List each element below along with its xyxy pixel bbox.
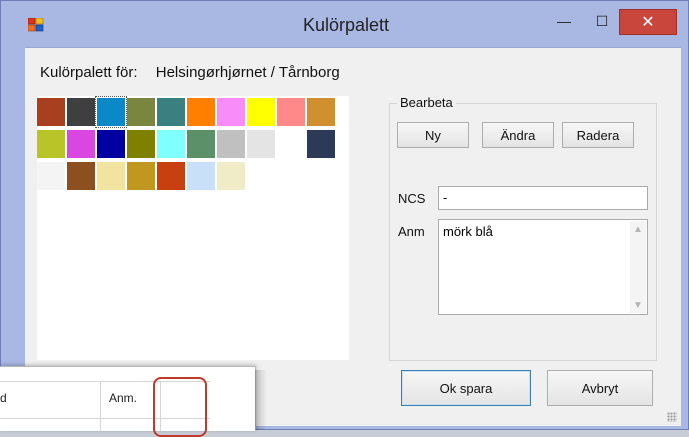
title-bar[interactable]: Kulörpalett — ☐ ✕ <box>1 1 688 47</box>
column-header-anm: Anm. <box>109 391 138 405</box>
color-swatch[interactable] <box>97 162 125 190</box>
column-divider <box>100 381 101 431</box>
color-swatch[interactable] <box>127 98 155 126</box>
color-swatch[interactable] <box>217 130 245 158</box>
color-swatch[interactable] <box>157 130 185 158</box>
color-swatch[interactable] <box>157 162 185 190</box>
window-title: Kulörpalett <box>302 15 390 35</box>
color-swatch[interactable] <box>247 130 275 158</box>
color-swatch[interactable] <box>217 98 245 126</box>
palette-for-name: Helsingørhjørnet / Tårnborg <box>155 64 340 81</box>
anm-textarea[interactable]: mörk blå ▲ ▼ <box>438 219 648 315</box>
delete-button[interactable]: Radera <box>562 122 634 148</box>
red-highlight-marker <box>153 377 207 437</box>
scroll-down-icon[interactable]: ▼ <box>630 297 646 313</box>
color-swatch[interactable] <box>217 162 245 190</box>
ncs-label: NCS <box>398 191 426 206</box>
close-icon: ✕ <box>641 14 655 31</box>
minimize-button[interactable]: — <box>549 9 579 33</box>
background-table-window: d Anm. <box>0 366 256 437</box>
color-swatch[interactable] <box>37 130 65 158</box>
color-swatch[interactable] <box>187 162 215 190</box>
color-swatch[interactable] <box>127 162 155 190</box>
color-swatch[interactable] <box>67 130 95 158</box>
color-swatch[interactable] <box>277 98 305 126</box>
edit-group-label: Bearbeta <box>397 95 456 110</box>
anm-text: mörk blå <box>443 224 493 239</box>
color-swatch[interactable] <box>127 130 155 158</box>
anm-label: Anm <box>398 224 425 239</box>
change-button[interactable]: Ändra <box>482 122 554 148</box>
color-swatch[interactable] <box>157 98 185 126</box>
ok-save-button[interactable]: Ok spara <box>401 370 531 406</box>
anm-scrollbar[interactable]: ▲ ▼ <box>630 221 646 313</box>
color-swatch[interactable] <box>37 98 65 126</box>
color-swatch[interactable] <box>67 162 95 190</box>
color-swatch[interactable] <box>307 130 335 158</box>
color-swatch[interactable] <box>67 98 95 126</box>
scroll-up-icon[interactable]: ▲ <box>630 221 646 237</box>
column-header-partial: d <box>0 391 7 405</box>
color-swatch[interactable] <box>247 98 275 126</box>
color-swatch[interactable] <box>97 130 125 158</box>
color-swatch[interactable] <box>187 98 215 126</box>
palette-for-label: Kulörpalett för: <box>40 64 138 81</box>
cancel-button[interactable]: Avbryt <box>547 370 653 406</box>
color-swatch[interactable] <box>277 130 305 158</box>
color-swatch[interactable] <box>95 96 127 128</box>
resize-grip-icon[interactable] <box>667 412 677 422</box>
maximize-button[interactable]: ☐ <box>587 9 617 33</box>
window-shadow <box>255 370 267 430</box>
minimize-icon: — <box>557 13 571 29</box>
close-button[interactable]: ✕ <box>619 9 677 35</box>
maximize-icon: ☐ <box>595 12 609 29</box>
ncs-input[interactable]: - <box>438 186 648 210</box>
new-button[interactable]: Ny <box>397 122 469 148</box>
color-swatch-grid <box>37 96 349 360</box>
palette-for-row: Kulörpalett för: Helsingørhjørnet / Tårn… <box>40 64 340 81</box>
color-swatch[interactable] <box>187 130 215 158</box>
color-swatch[interactable] <box>37 162 65 190</box>
color-swatch[interactable] <box>307 98 335 126</box>
